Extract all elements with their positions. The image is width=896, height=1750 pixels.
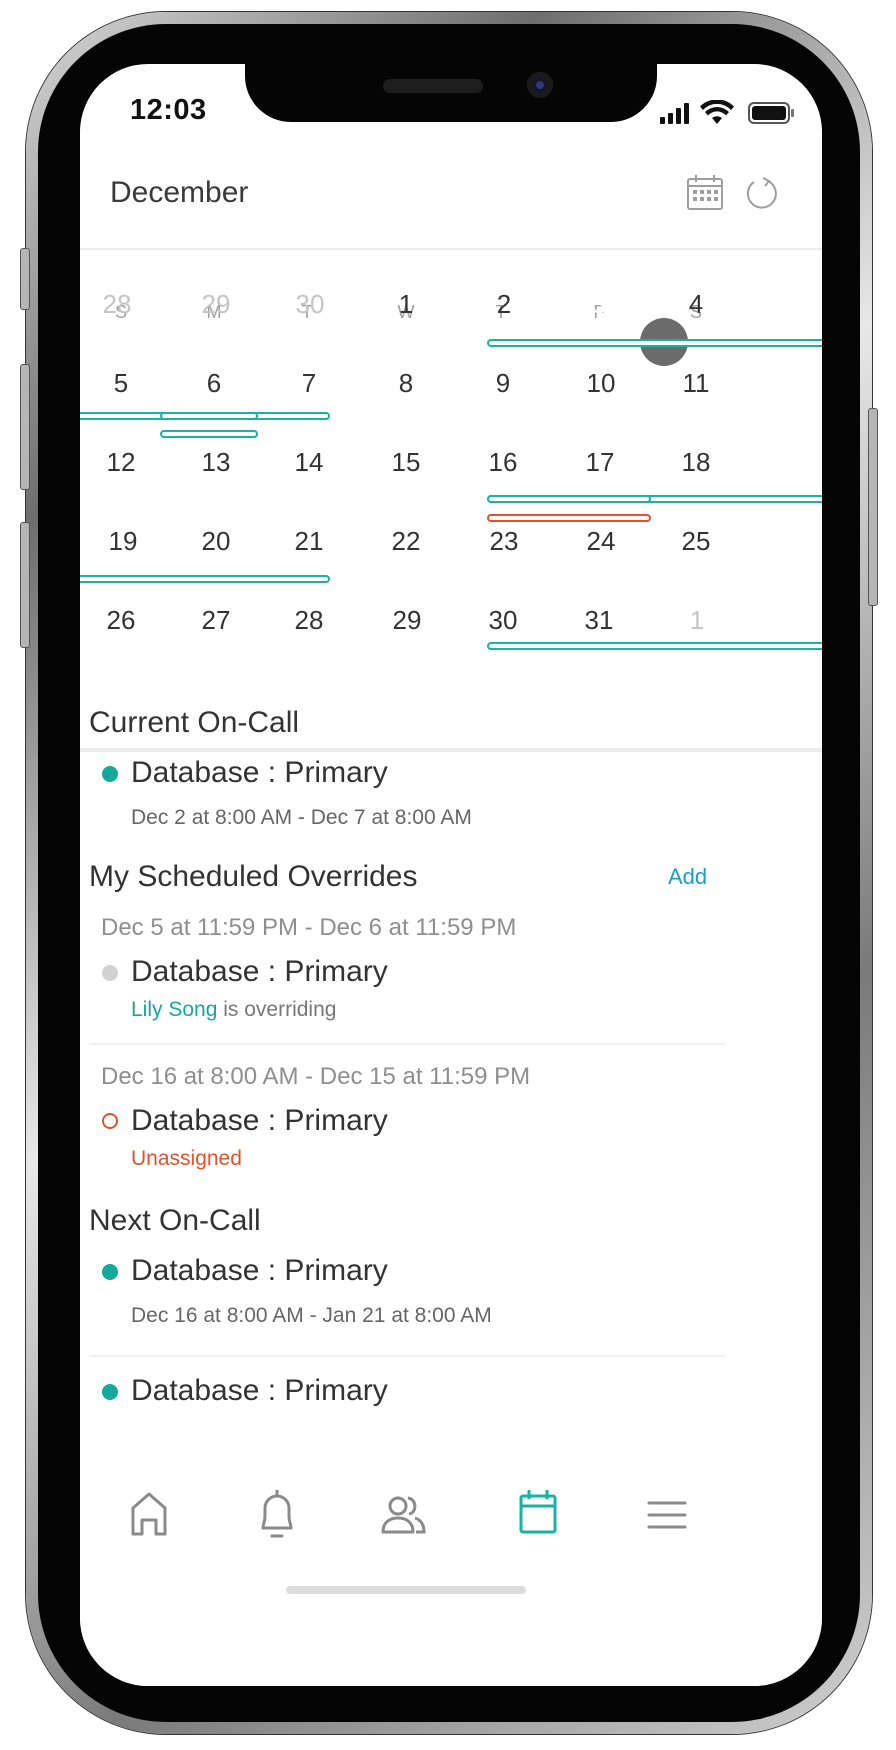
calendar-day[interactable]: 6 [174,368,254,399]
calendar-day[interactable]: 26 [81,605,161,636]
wifi-icon [700,99,734,124]
volume-down-button [20,522,30,648]
status-dot [102,766,118,782]
notch [245,64,657,122]
override-schedule-name[interactable]: Database : Primary [131,1104,388,1138]
current-oncall-title: Current On-Call [89,706,300,739]
calendar-day-today[interactable]: 3 [559,289,639,320]
power-button [868,408,878,606]
month-title: December [110,176,249,209]
calendar-day[interactable]: 30 [270,289,350,320]
home-indicator[interactable] [286,1586,526,1594]
calendar-icon[interactable] [488,1486,588,1546]
calendar-day[interactable]: 5 [81,368,161,399]
speaker [383,79,483,93]
calendar-day[interactable]: 23 [464,526,544,557]
calendar-day[interactable]: 18 [656,447,736,478]
battery-icon [748,102,794,124]
calendar-day[interactable]: 28 [269,605,349,636]
calendar-day[interactable]: 8 [366,368,446,399]
calendar-day[interactable]: 1 [657,605,737,636]
refresh-icon[interactable] [742,174,780,217]
next-oncall-schedule-name[interactable]: Database : Primary [131,1254,388,1288]
status-icons [660,99,800,126]
next-oncall-title: Next On-Call [89,1204,261,1237]
status-time: 12:03 [130,94,207,126]
calendar-day[interactable]: 29 [367,605,447,636]
unassigned-label: Unassigned [131,1147,242,1170]
list-divider [89,1355,725,1357]
calendar-day[interactable]: 24 [561,526,641,557]
calendar-day[interactable]: 11 [656,368,736,399]
calendar-day[interactable]: 22 [366,526,446,557]
front-camera [527,72,553,98]
overrides-title: My Scheduled Overrides [89,860,418,893]
status-dot [102,1384,118,1400]
override-suffix: is overriding [217,998,337,1021]
status-dot [102,965,118,981]
next-oncall-schedule-name[interactable]: Database : Primary [131,1374,388,1408]
bottom-tab-bar [80,1456,822,1686]
calendar-day[interactable]: 14 [269,447,349,478]
silent-switch [20,248,30,310]
oncall-bar[interactable] [487,495,651,503]
status-dot [102,1264,118,1280]
calendar-day[interactable]: 27 [176,605,256,636]
calendar-day[interactable]: 19 [83,526,163,557]
override-range: Dec 16 at 8:00 AM - Dec 15 at 11:59 PM [101,1063,531,1090]
calendar-day[interactable]: 2 [464,289,544,320]
app-screen: 12:03 December S M T W T F S 28 29 30 1 … [80,64,822,1686]
calendar-day[interactable]: 9 [463,368,543,399]
calendar-grid-icon[interactable] [686,174,724,217]
oncall-range: Dec 2 at 8:00 AM - Dec 7 at 8:00 AM [131,806,472,829]
header-divider [80,248,822,250]
calendar-day[interactable]: 12 [81,447,161,478]
calendar-day[interactable]: 29 [176,289,256,320]
status-dot-unassigned [102,1113,118,1129]
calendar-day[interactable]: 10 [561,368,641,399]
override-user-link[interactable]: Lily Song [131,998,217,1021]
calendar-divider [80,748,822,752]
next-oncall-range: Dec 16 at 8:00 AM - Jan 21 at 8:00 AM [131,1304,492,1327]
calendar-day[interactable]: 4 [656,289,736,320]
bell-icon[interactable] [227,1486,327,1546]
add-override-button[interactable]: Add [668,864,707,890]
oncall-bar[interactable] [487,339,822,347]
unassigned-bar[interactable] [487,514,651,522]
calendar-day[interactable]: 21 [269,526,349,557]
calendar-day[interactable]: 28 [80,289,157,320]
calendar-day[interactable]: 17 [560,447,640,478]
users-icon[interactable] [353,1486,453,1546]
calendar-day[interactable]: 31 [559,605,639,636]
calendar-day[interactable]: 20 [176,526,256,557]
calendar-day[interactable]: 30 [463,605,543,636]
oncall-bar[interactable] [487,642,822,650]
home-icon[interactable] [99,1486,199,1546]
oncall-bar[interactable] [80,575,330,583]
calendar-day[interactable]: 7 [269,368,349,399]
calendar-day[interactable]: 15 [366,447,446,478]
calendar-day[interactable]: 1 [366,289,446,320]
signal-icon [660,103,689,124]
override-schedule-name[interactable]: Database : Primary [131,955,388,989]
calendar-day[interactable]: 25 [656,526,736,557]
menu-icon[interactable] [617,1486,717,1546]
calendar-day[interactable]: 16 [463,447,543,478]
oncall-bar[interactable] [160,412,258,420]
oncall-bar[interactable] [160,430,258,438]
list-divider [89,1043,725,1045]
oncall-schedule-name[interactable]: Database : Primary [131,756,388,790]
calendar-day[interactable]: 13 [176,447,256,478]
override-range: Dec 5 at 11:59 PM - Dec 6 at 11:59 PM [101,914,517,941]
volume-up-button [20,364,30,490]
override-user-line: Lily Song is overriding [131,998,336,1022]
